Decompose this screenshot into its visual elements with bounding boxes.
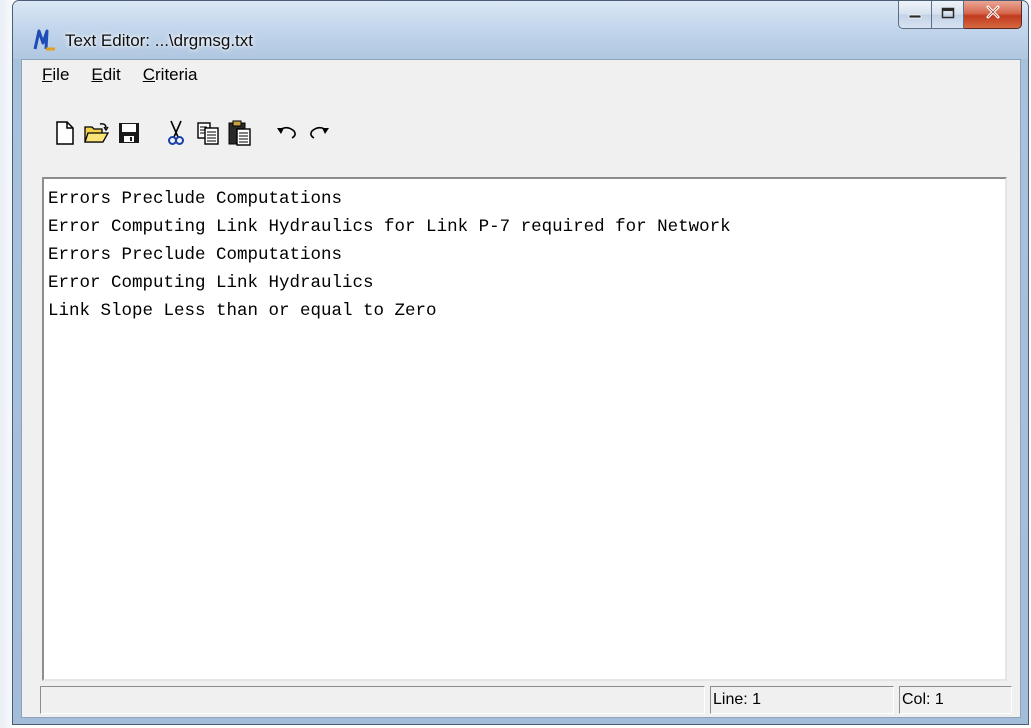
close-button[interactable] xyxy=(964,1,1022,29)
menu-file-accel: F xyxy=(42,65,53,84)
cut-icon xyxy=(168,120,184,151)
minimize-button[interactable] xyxy=(898,1,932,29)
maximize-icon xyxy=(941,6,955,24)
menu-edit-label: dit xyxy=(102,65,121,84)
save-button[interactable] xyxy=(114,120,144,150)
menu-bar: File Edit Criteria xyxy=(22,60,1020,90)
open-button[interactable] xyxy=(82,120,112,150)
status-line: Line: 1 xyxy=(710,686,894,714)
menu-edit[interactable]: Edit xyxy=(89,63,122,87)
cut-button[interactable] xyxy=(161,120,191,150)
redo-icon xyxy=(307,125,331,146)
text-line: Error Computing Link Hydraulics xyxy=(48,273,374,293)
text-line: Errors Preclude Computations xyxy=(48,189,343,209)
close-icon xyxy=(985,5,1001,24)
undo-icon xyxy=(275,125,299,146)
maximize-button[interactable] xyxy=(932,1,964,29)
menu-file[interactable]: File xyxy=(40,63,71,87)
menu-criteria-label: riteria xyxy=(155,65,198,84)
status-col: Col: 1 xyxy=(899,686,1012,714)
minimize-icon xyxy=(908,6,922,24)
title-bar[interactable]: Text Editor: ...\drgmsg.txt xyxy=(13,1,1028,59)
text-line: Error Computing Link Hydraulics for Link… xyxy=(48,217,731,237)
caption-buttons xyxy=(898,1,1022,31)
window-title: Text Editor: ...\drgmsg.txt xyxy=(65,31,254,50)
text-line: Errors Preclude Computations xyxy=(48,245,343,265)
redo-button[interactable] xyxy=(304,120,334,150)
app-logo-icon[interactable] xyxy=(33,29,57,51)
new-file-icon xyxy=(55,120,75,150)
status-bar: Line: 1 Col: 1 xyxy=(40,686,1020,714)
menu-file-label: ile xyxy=(52,65,70,84)
menu-criteria[interactable]: Criteria xyxy=(141,63,200,87)
menu-edit-accel: E xyxy=(91,65,103,84)
paste-button[interactable] xyxy=(225,120,255,150)
desktop-background xyxy=(0,0,12,728)
save-icon xyxy=(118,122,140,149)
text-editor-area[interactable]: Errors Preclude Computations Error Comput… xyxy=(42,177,1007,681)
status-message xyxy=(40,686,705,714)
copy-button[interactable] xyxy=(193,120,223,150)
text-editor-window: Text Editor: ...\drgmsg.txt File Edit Cr… xyxy=(12,0,1029,725)
text-line: Link Slope Less than or equal to Zero xyxy=(48,301,437,321)
open-folder-icon xyxy=(84,122,110,149)
new-file-button[interactable] xyxy=(50,120,80,150)
undo-button[interactable] xyxy=(272,120,302,150)
client-area: File Edit Criteria Errors Preclude Compu… xyxy=(21,59,1021,718)
menu-criteria-accel: C xyxy=(142,65,155,84)
copy-icon xyxy=(196,121,220,150)
toolbar xyxy=(50,115,336,155)
paste-icon xyxy=(228,120,252,151)
